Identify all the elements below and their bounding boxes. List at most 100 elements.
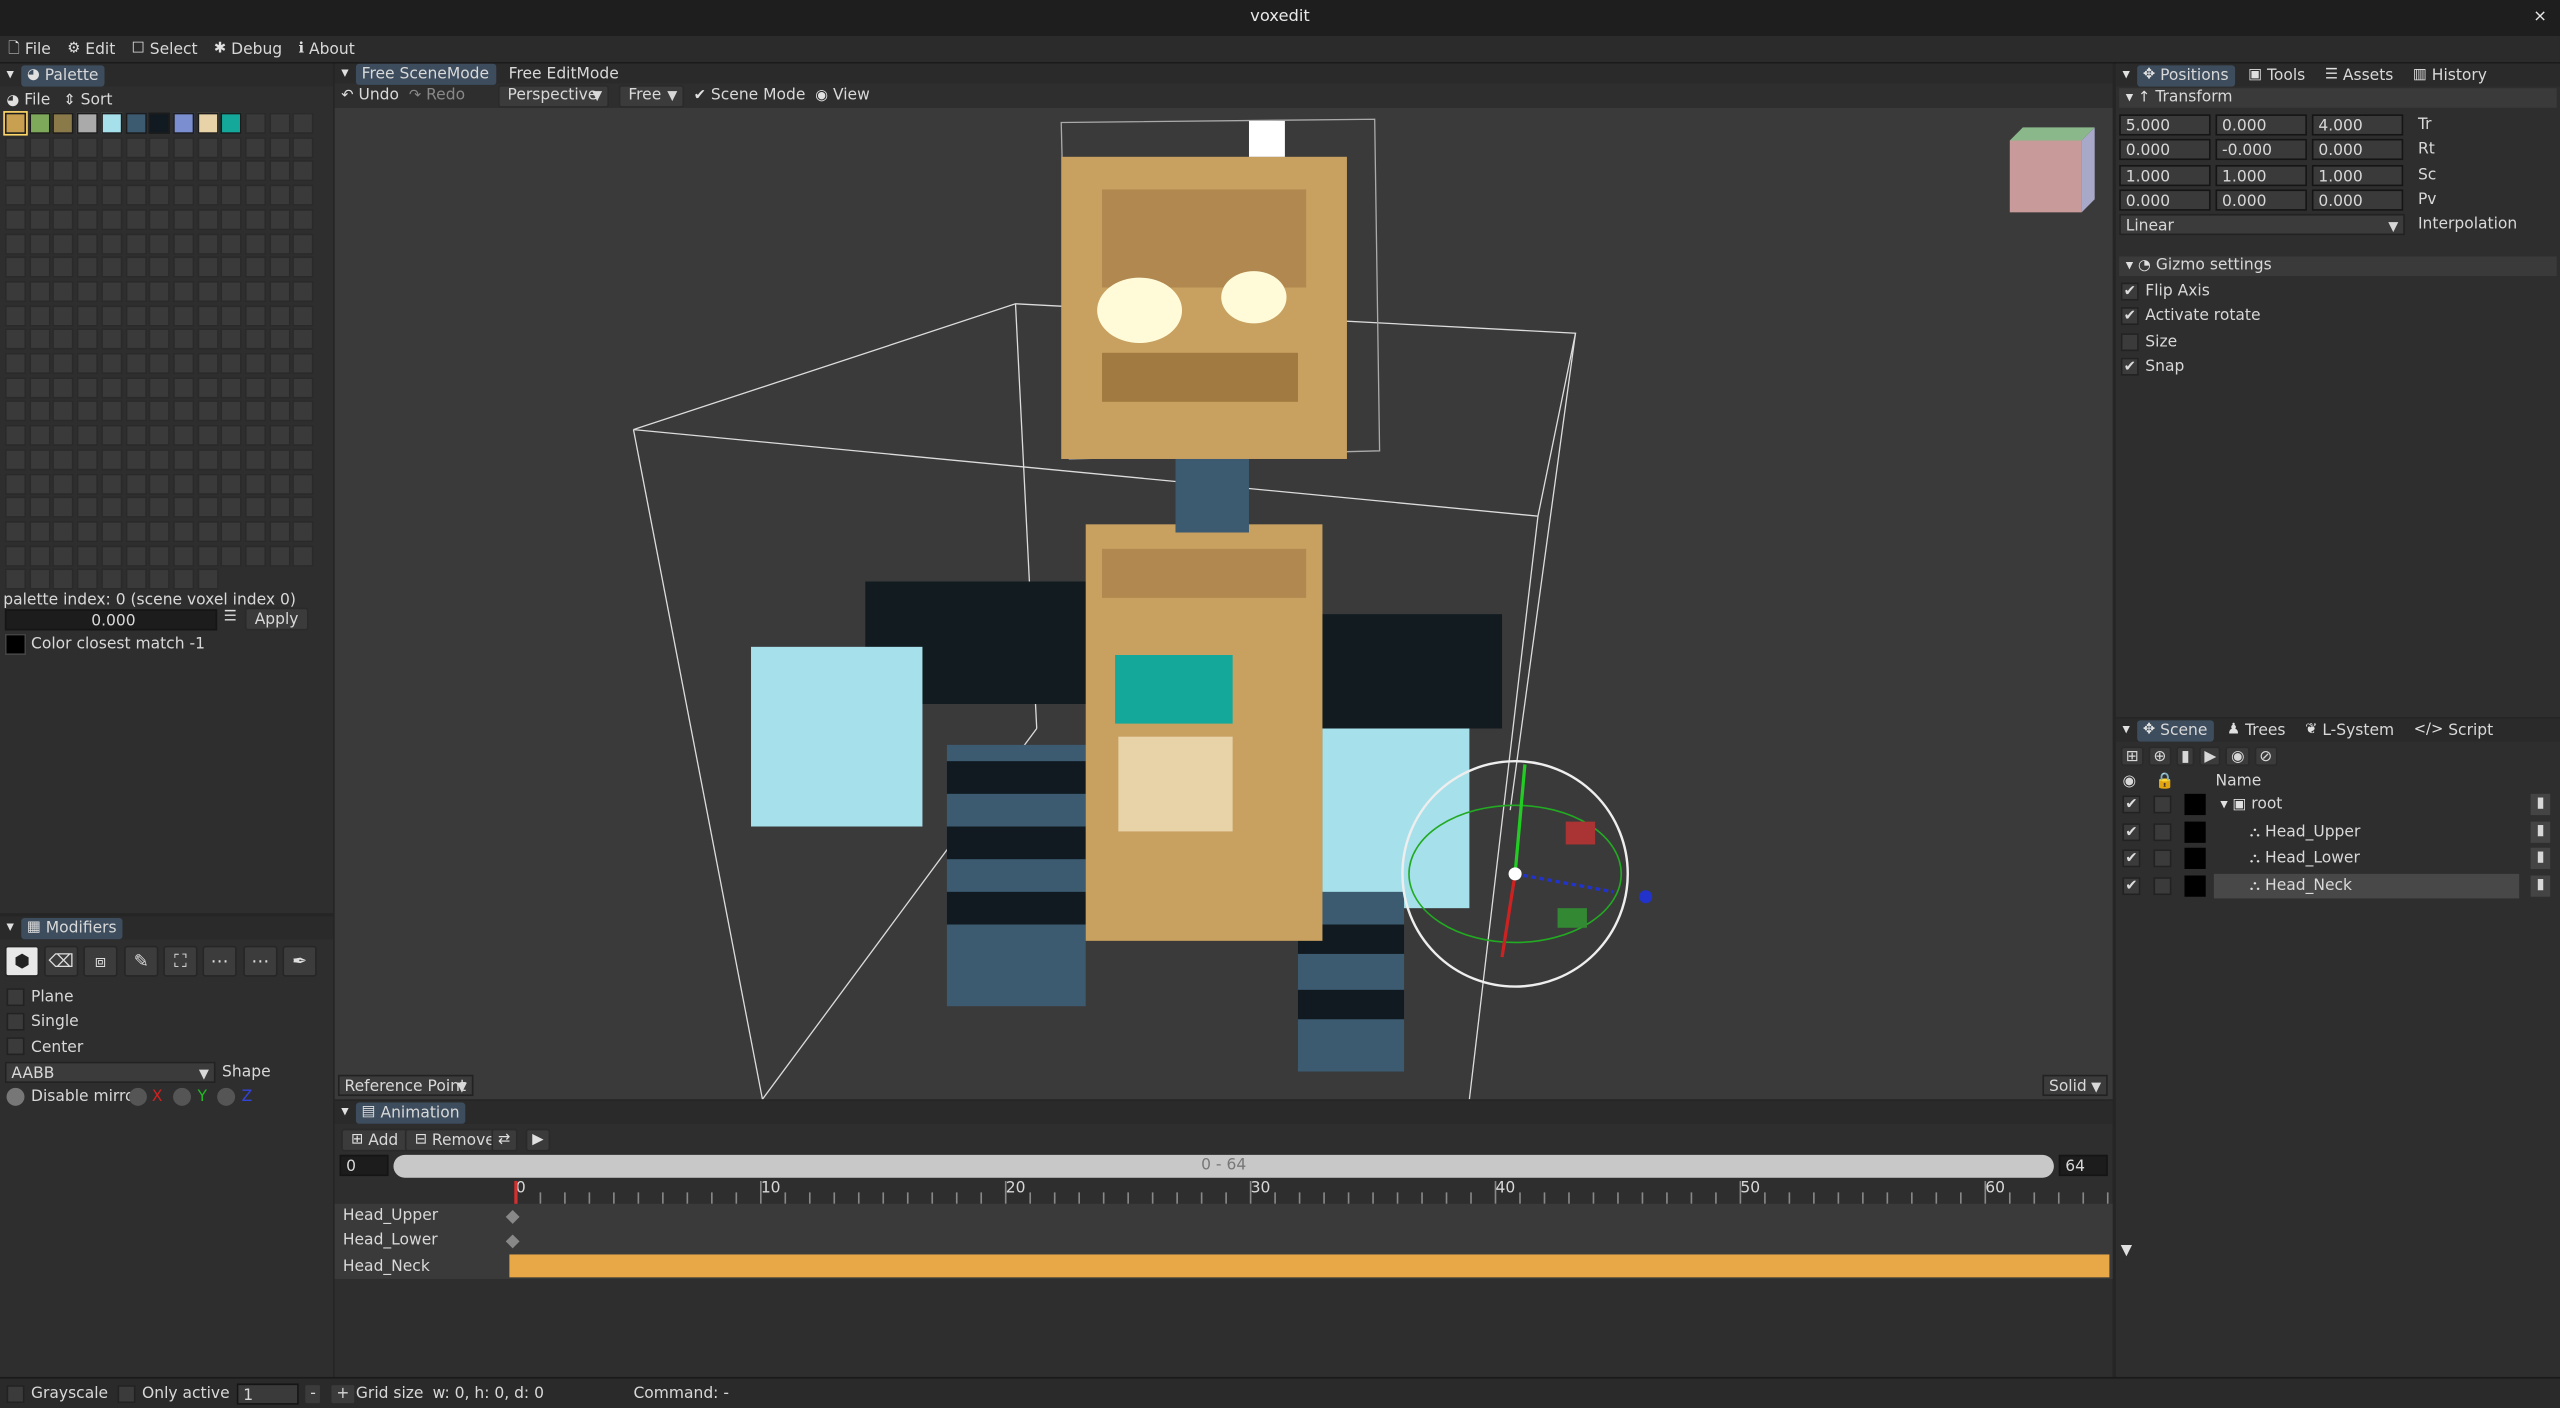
scene-node-row[interactable]: ✔ ⛬ Head_Upper ▮ — [2116, 819, 2560, 844]
palette-empty-slot[interactable] — [292, 256, 315, 278]
palette-empty-slot[interactable] — [292, 424, 315, 447]
palette-empty-slot[interactable] — [268, 448, 291, 471]
palette-empty-slot[interactable] — [100, 136, 123, 158]
palette-empty-slot[interactable] — [124, 496, 147, 519]
palette-empty-slot[interactable] — [172, 376, 195, 399]
palette-empty-slot[interactable] — [148, 280, 171, 303]
palette-empty-slot[interactable] — [172, 544, 195, 567]
tab-trees[interactable]: ♟ Trees — [2220, 720, 2292, 741]
palette-empty-slot[interactable] — [76, 520, 99, 543]
palette-empty-slot[interactable] — [268, 280, 291, 303]
palette-empty-slot[interactable] — [220, 160, 243, 182]
palette-empty-slot[interactable] — [220, 328, 243, 351]
palette-empty-slot[interactable] — [148, 160, 171, 182]
palette-empty-slot[interactable] — [244, 424, 267, 447]
activate-rotate-checkbox[interactable]: ✔ — [2120, 307, 2139, 326]
palette-empty-slot[interactable] — [28, 520, 51, 543]
delete-node-icon[interactable]: ▮ — [2530, 847, 2551, 869]
palette-empty-slot[interactable] — [124, 328, 147, 351]
palette-empty-slot[interactable] — [52, 424, 75, 447]
scale-x-input[interactable]: 1.000 — [2119, 164, 2211, 187]
brush-icon[interactable]: ✎ — [124, 945, 159, 977]
palette-empty-slot[interactable] — [124, 400, 147, 423]
palette-empty-slot[interactable] — [196, 448, 219, 471]
palette-empty-slot[interactable] — [268, 184, 291, 206]
palette-empty-slot[interactable] — [124, 376, 147, 399]
palette-empty-slot[interactable] — [4, 160, 27, 182]
palette-empty-slot[interactable] — [100, 448, 123, 471]
palette-empty-slot[interactable] — [100, 232, 123, 254]
palette-empty-slot[interactable] — [268, 328, 291, 351]
palette-empty-slot[interactable] — [196, 184, 219, 206]
delete-node-icon[interactable]: ▮ — [2176, 746, 2195, 767]
palette-empty-slot[interactable] — [52, 208, 75, 230]
tab-tools[interactable]: ▣ Tools — [2242, 65, 2312, 86]
collapse-icon[interactable]: ▾ — [341, 1104, 348, 1120]
palette-empty-slot[interactable] — [148, 544, 171, 567]
palette-empty-slot[interactable] — [172, 256, 195, 278]
palette-empty-slot[interactable] — [292, 352, 315, 375]
palette-empty-slot[interactable] — [76, 136, 99, 158]
palette-empty-slot[interactable] — [52, 160, 75, 182]
scene-mode-toggle[interactable]: ✔ Scene Mode — [694, 87, 806, 105]
more-icon[interactable]: ⋯ — [202, 945, 237, 977]
palette-empty-slot[interactable] — [76, 280, 99, 303]
palette-empty-slot[interactable] — [148, 352, 171, 375]
delete-node-icon[interactable]: ▮ — [2530, 874, 2551, 896]
palette-empty-slot[interactable] — [124, 472, 147, 495]
keyframe-marker[interactable] — [505, 1234, 520, 1249]
palette-empty-slot[interactable] — [76, 400, 99, 423]
palette-empty-slot[interactable] — [52, 448, 75, 471]
palette-empty-slot[interactable] — [4, 232, 27, 254]
collapse-icon[interactable]: ▾ — [7, 67, 14, 83]
rotate-x-input[interactable]: 0.000 — [2119, 138, 2211, 161]
palette-empty-slot[interactable] — [148, 424, 171, 447]
palette-empty-slot[interactable] — [124, 136, 147, 158]
rotate-y-input[interactable]: -0.000 — [2215, 138, 2307, 161]
palette-empty-slot[interactable] — [268, 472, 291, 495]
palette-empty-slot[interactable] — [52, 232, 75, 254]
palette-empty-slot[interactable] — [28, 256, 51, 278]
palette-empty-slot[interactable] — [172, 424, 195, 447]
palette-empty-slot[interactable] — [52, 280, 75, 303]
palette-empty-slot[interactable] — [52, 328, 75, 351]
palette-empty-slot[interactable] — [76, 304, 99, 327]
palette-empty-slot[interactable] — [148, 208, 171, 230]
palette-empty-slot[interactable] — [172, 280, 195, 303]
expand-icon[interactable]: ▼ — [2121, 1244, 2132, 1260]
palette-empty-slot[interactable] — [4, 424, 27, 447]
reference-point-select[interactable]: Reference Point ▼ — [337, 1074, 474, 1097]
palette-empty-slot[interactable] — [172, 232, 195, 254]
palette-empty-slot[interactable] — [148, 472, 171, 495]
palette-swatch[interactable] — [100, 112, 123, 134]
menu-edit[interactable]: ⚙ Edit — [59, 35, 123, 63]
collapse-icon[interactable]: ▾ — [341, 65, 348, 81]
palette-empty-slot[interactable] — [292, 280, 315, 303]
add-node-icon[interactable]: ⊞ — [2120, 746, 2144, 767]
mirror-x-radio[interactable] — [128, 1087, 147, 1106]
tab-script[interactable]: </> Script — [2407, 720, 2500, 741]
palette-empty-slot[interactable] — [292, 376, 315, 399]
snap-checkbox[interactable]: ✔ — [2120, 357, 2139, 376]
grid-size-input[interactable]: 1 — [236, 1383, 299, 1405]
palette-empty-slot[interactable] — [124, 160, 147, 182]
tab-animation[interactable]: ▤ Animation — [355, 1101, 467, 1123]
palette-value-input[interactable]: 0.000 — [4, 609, 218, 631]
palette-empty-slot[interactable] — [196, 376, 219, 399]
sliders-icon[interactable]: ☰ — [224, 610, 237, 626]
palette-empty-slot[interactable] — [268, 112, 291, 134]
palette-empty-slot[interactable] — [100, 280, 123, 303]
palette-empty-slot[interactable] — [148, 520, 171, 543]
track-label[interactable]: Head_Upper — [343, 1204, 438, 1229]
flip-axis-checkbox[interactable]: ✔ — [2120, 282, 2139, 301]
palette-empty-slot[interactable] — [148, 400, 171, 423]
palette-swatch[interactable] — [52, 112, 75, 134]
palette-swatch[interactable] — [220, 112, 243, 134]
palette-grid[interactable] — [3, 111, 323, 591]
pivot-z-input[interactable]: 0.000 — [2311, 189, 2404, 211]
collapse-icon[interactable]: ▾ — [2122, 67, 2129, 83]
palette-empty-slot[interactable] — [124, 520, 147, 543]
palette-empty-slot[interactable] — [4, 448, 27, 471]
only-active-checkbox[interactable] — [117, 1385, 136, 1404]
scene-node-row[interactable]: ✔ ⛬ Head_Neck ▮ — [2116, 873, 2560, 898]
